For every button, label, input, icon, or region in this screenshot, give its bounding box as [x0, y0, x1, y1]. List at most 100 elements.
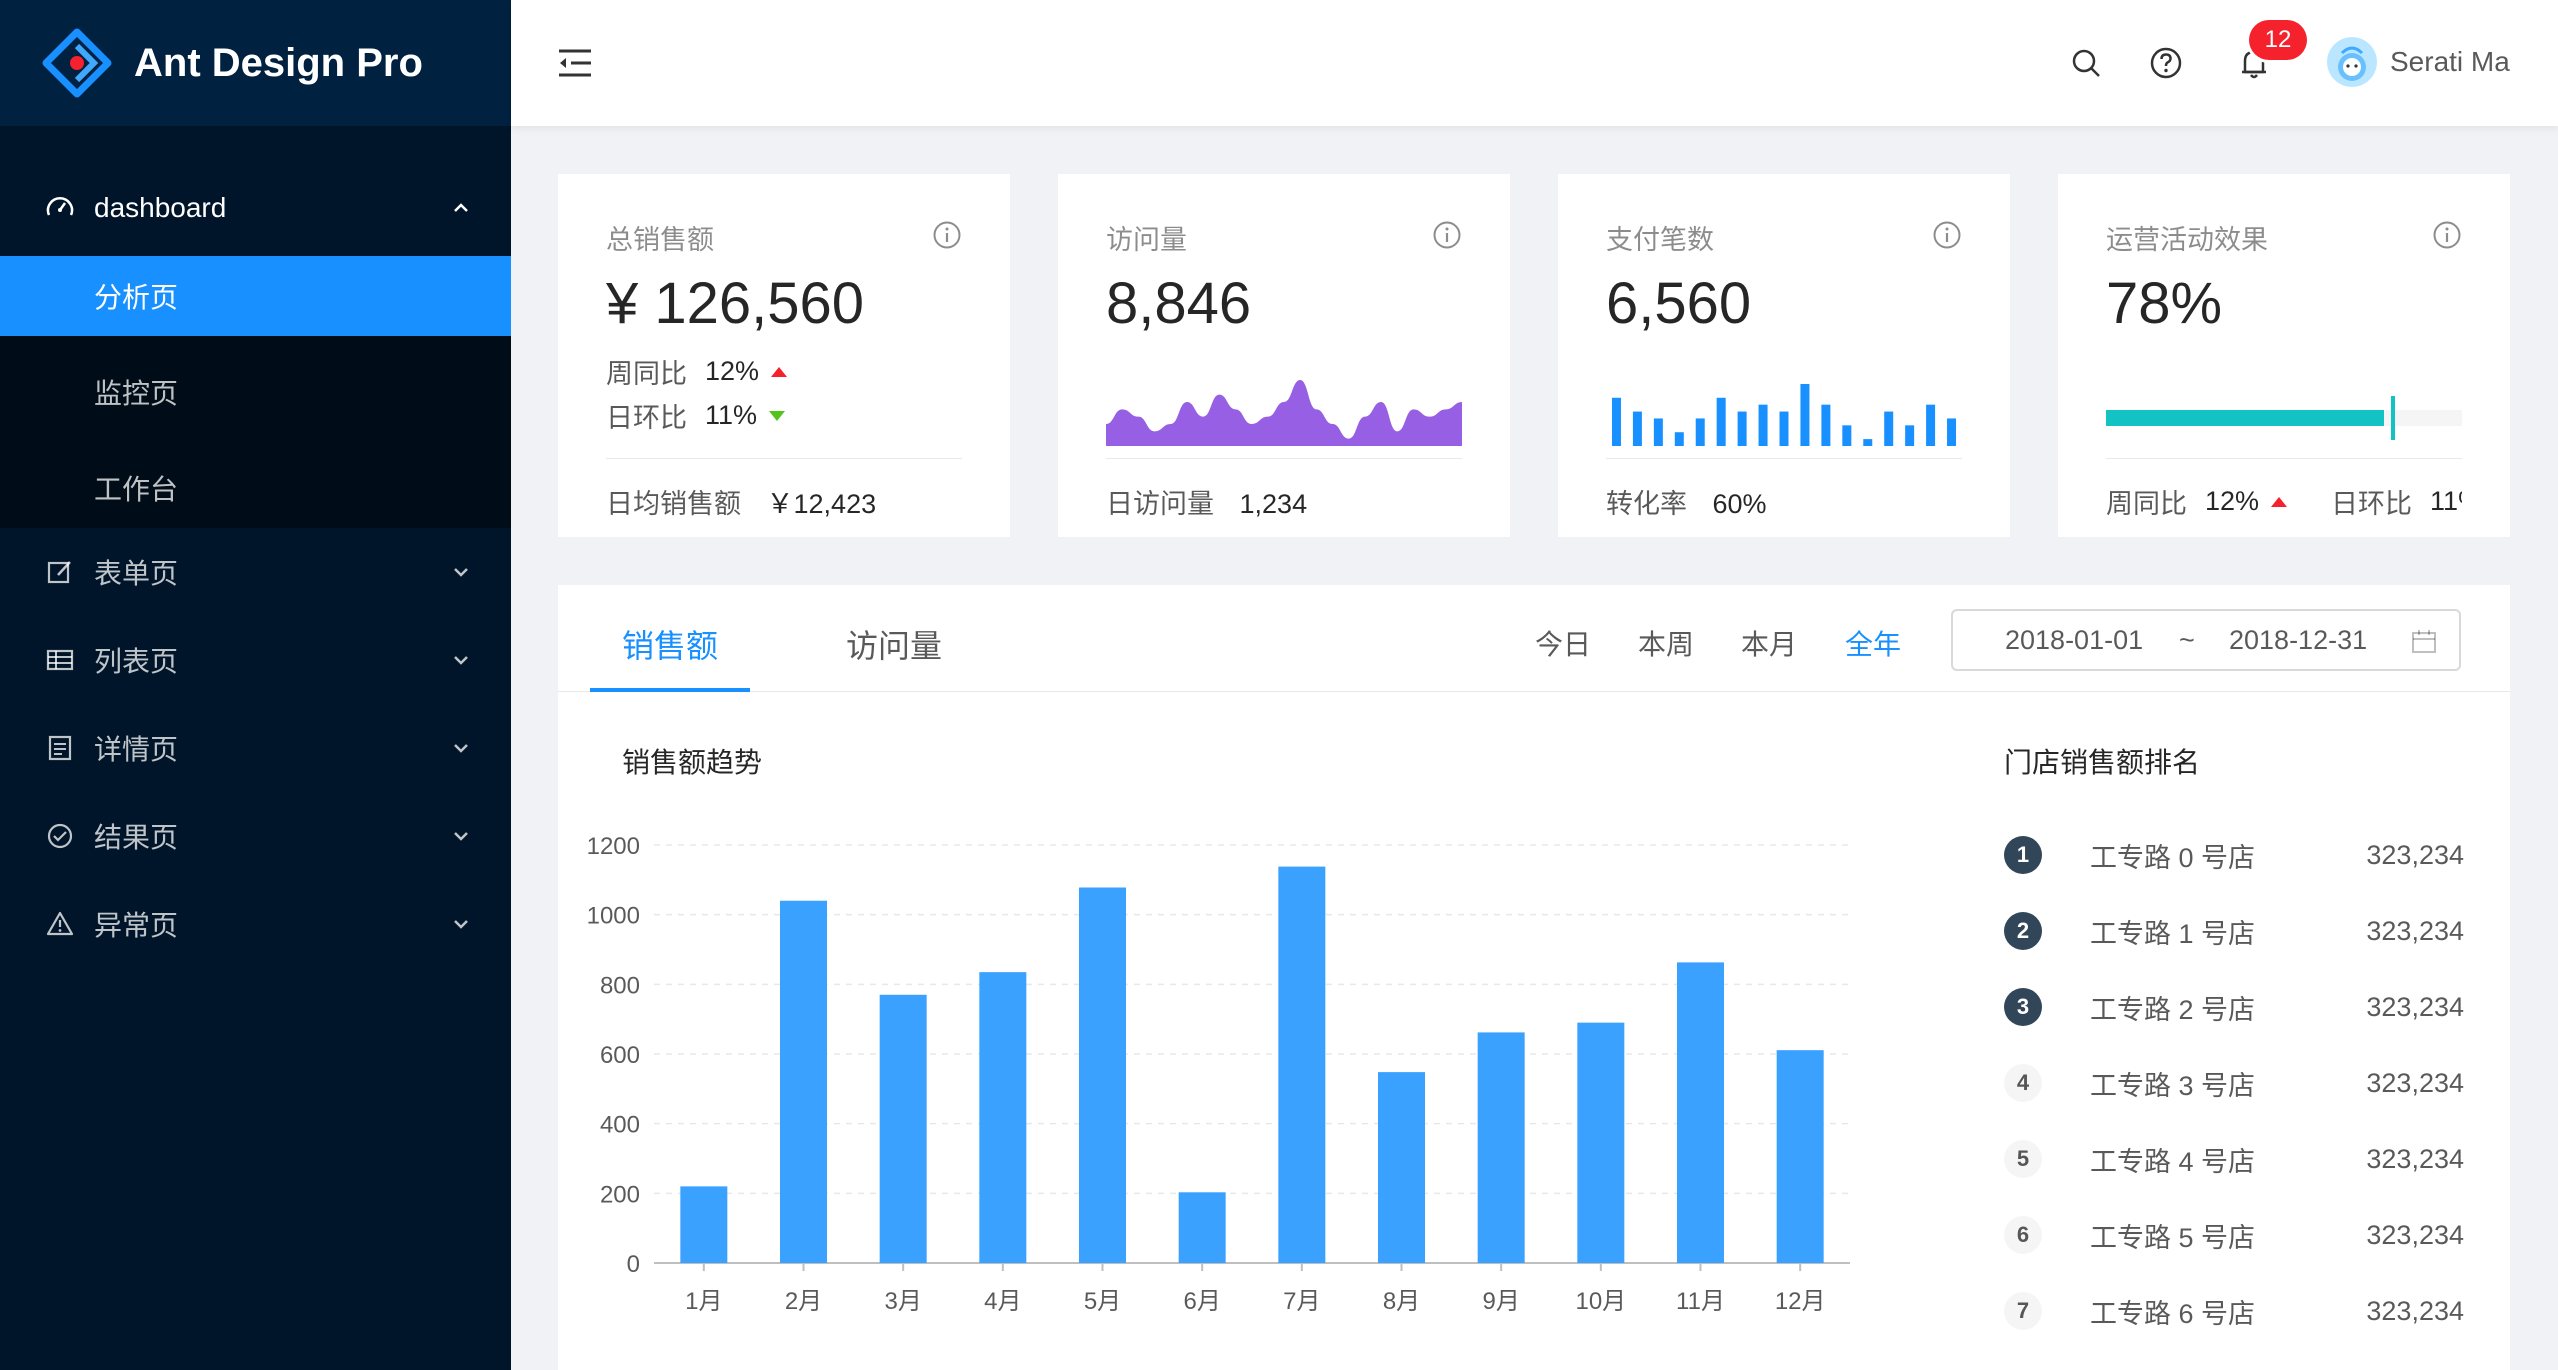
sales-bar[interactable]: [1677, 962, 1724, 1263]
trend-label: 日环比: [606, 403, 687, 433]
menu-form[interactable]: 表单页: [0, 528, 511, 616]
date-start[interactable]: 2018-01-01: [2005, 625, 2143, 656]
caret-up-icon: [771, 366, 788, 377]
sales-bar[interactable]: [1776, 1050, 1824, 1263]
logo[interactable]: Ant Design Pro: [0, 0, 511, 126]
profile-icon: [44, 732, 76, 764]
card-footer: 日访问量 1,234: [1106, 482, 1307, 521]
x-tick-label: 6月: [1183, 1288, 1220, 1315]
avatar[interactable]: [2327, 37, 2377, 87]
search-icon[interactable]: [2069, 46, 2103, 80]
chevron-down-icon: [454, 920, 468, 929]
store-name: 工专路 1 号店: [2090, 918, 2256, 949]
store-name: 工专路 3 号店: [2090, 1070, 2256, 1101]
menu-profile[interactable]: 详情页: [0, 704, 511, 792]
rank-number: 5: [2004, 1140, 2042, 1178]
chevron-down-icon: [454, 568, 468, 577]
divider: [1106, 458, 1462, 459]
footer-value: ￥12,423: [766, 489, 877, 519]
store-name: 工专路 5 号店: [2090, 1222, 2256, 1253]
sales-bar[interactable]: [1378, 1072, 1425, 1263]
payment-bar: [1611, 397, 1621, 446]
store-name: 工专路 4 号店: [2090, 1146, 2256, 1177]
x-tick-label: 2月: [785, 1288, 822, 1315]
card-title: 支付笔数: [1606, 225, 1714, 255]
date-end[interactable]: 2018-12-31: [2229, 625, 2367, 656]
divider: [606, 458, 962, 459]
card-footer: 日均销售额 ￥12,423: [606, 482, 876, 521]
trend-value: 12%: [705, 356, 760, 386]
payment-bar: [1863, 439, 1873, 446]
sales-bar[interactable]: [879, 994, 927, 1263]
sales-bar[interactable]: [680, 1186, 728, 1263]
ranking-item: 6 工专路 5 号店 323,234: [2004, 1197, 2464, 1273]
visits-area: [1106, 380, 1462, 446]
rank-number: 6: [2004, 1216, 2042, 1254]
app-title: Ant Design Pro: [134, 40, 423, 85]
question-circle-icon[interactable]: [2149, 46, 2183, 80]
payment-bar: [1653, 418, 1663, 446]
dashboard-submenu: 分析页 监控页 工作台: [0, 256, 511, 528]
sales-bar[interactable]: [780, 900, 827, 1263]
info-circle-icon[interactable]: [1432, 220, 1462, 250]
menu-item-workplace[interactable]: 工作台: [0, 448, 511, 528]
menu-dashboard[interactable]: dashboard: [0, 160, 511, 256]
caret-down-icon: [769, 410, 786, 421]
footer-label: 日访问量: [1106, 489, 1214, 519]
payment-bar: [1632, 411, 1642, 446]
user-name[interactable]: Serati Ma: [2390, 46, 2510, 78]
store-sales: 323,234: [2366, 1143, 2464, 1174]
stat-card-visits: 访问量 8,846 日访问量 1,234: [1058, 174, 1510, 537]
menu-list[interactable]: 列表页: [0, 616, 511, 704]
y-tick-label: 0: [627, 1251, 640, 1278]
chevron-up-icon: [454, 203, 468, 212]
caret-up-icon: [2271, 496, 2288, 507]
dashboard-icon: [44, 192, 76, 224]
payment-bar: [1695, 418, 1705, 446]
footer-value: 60%: [1712, 489, 1767, 519]
info-circle-icon[interactable]: [932, 220, 962, 250]
store-sales: 323,234: [2366, 1219, 2464, 1250]
menu-label-profile: 详情页: [94, 734, 179, 765]
info-circle-icon[interactable]: [1932, 220, 1962, 250]
date-range-picker[interactable]: 2018-01-01 ~ 2018-12-31: [1951, 609, 2461, 671]
progress-target-marker: [2390, 396, 2395, 440]
menu-item-label: 监控页: [94, 378, 179, 409]
payment-bar: [1842, 425, 1852, 446]
y-tick-label: 600: [600, 1042, 640, 1069]
menu-fold-icon[interactable]: [555, 43, 595, 83]
x-tick-label: 4月: [984, 1288, 1021, 1315]
card-footer: 周同比 12% 日环比 11%: [2106, 482, 2462, 521]
info-circle-icon[interactable]: [2432, 220, 2462, 250]
card-value: 6,560: [1606, 271, 1752, 336]
chevron-down-icon: [454, 832, 468, 841]
sales-bar[interactable]: [1079, 887, 1126, 1263]
visits-mini-area-chart: [1106, 380, 1462, 446]
warning-icon: [44, 908, 76, 940]
x-tick-label: 7月: [1283, 1288, 1320, 1315]
sales-bar[interactable]: [1178, 1192, 1226, 1263]
card-footer: 转化率 60%: [1606, 482, 1767, 521]
card-value: 8,846: [1106, 271, 1252, 336]
ranking-item: 3 工专路 2 号店 323,234: [2004, 969, 2464, 1045]
menu-exception[interactable]: 异常页: [0, 880, 511, 968]
stat-card-total-sales: 总销售额 ¥ 126,560 周同比 12% 日环比 11% 日均销售额 ￥12…: [558, 174, 1010, 537]
footer-value: 1,234: [1239, 489, 1308, 519]
y-tick-label: 200: [600, 1181, 640, 1208]
sales-bar[interactable]: [1477, 1032, 1525, 1263]
payments-mini-bar-chart: [1611, 384, 1957, 446]
menu-item-monitor[interactable]: 监控页: [0, 352, 511, 432]
payment-bar: [1800, 384, 1810, 446]
menu-item-analysis[interactable]: 分析页: [0, 256, 511, 336]
sales-bar[interactable]: [1278, 866, 1326, 1263]
trend-week: 周同比 12%: [606, 352, 788, 391]
sales-bar[interactable]: [1577, 1022, 1625, 1263]
ranking-item: 4 工专路 3 号店 323,234: [2004, 1045, 2464, 1121]
card-value: ¥ 126,560: [606, 271, 865, 336]
sales-bar[interactable]: [979, 972, 1027, 1263]
store-sales: 323,234: [2366, 915, 2464, 946]
menu-result[interactable]: 结果页: [0, 792, 511, 880]
payment-bar: [1947, 418, 1957, 446]
stat-card-campaign: 运营活动效果 78% 周同比 12% 日环比 11%: [2058, 174, 2510, 537]
ranking-list: 1 工专路 0 号店 323,234 2 工专路 1 号店 323,234 3 …: [2004, 817, 2464, 1349]
